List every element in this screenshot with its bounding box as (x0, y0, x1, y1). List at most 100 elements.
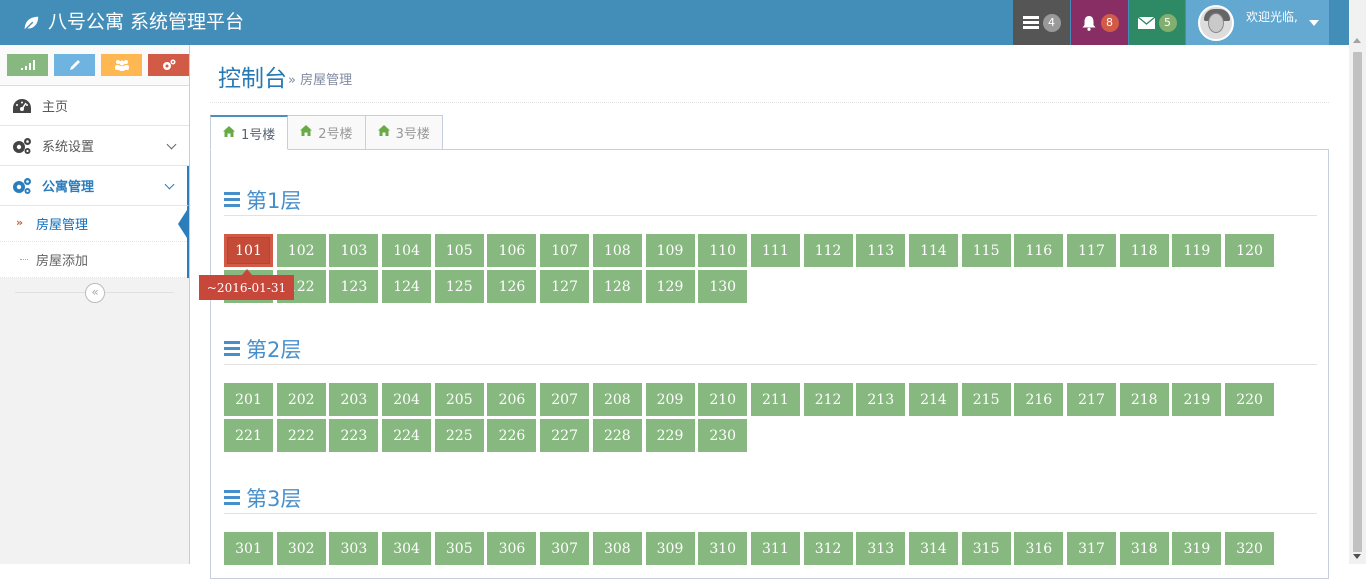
room-button[interactable]: 102 (276, 234, 326, 267)
room-button[interactable]: 207 (540, 383, 590, 416)
submenu-item-room-management[interactable]: » 房屋管理 (0, 206, 187, 242)
room-button[interactable]: 112 (803, 234, 853, 267)
room-button[interactable]: 217 (1067, 383, 1116, 416)
room-button[interactable]: 108 (592, 234, 642, 267)
tab-building-3[interactable]: 3号楼 (364, 115, 443, 150)
room-button[interactable]: 213 (856, 383, 906, 416)
room-button[interactable]: 314 (908, 532, 958, 565)
room-button[interactable]: 319 (1172, 532, 1222, 565)
room-button[interactable]: 228 (592, 419, 642, 452)
room-button[interactable]: 210 (698, 383, 748, 416)
room-button[interactable]: 306 (487, 532, 537, 565)
room-button[interactable]: 301 (224, 532, 273, 565)
room-button[interactable]: 302 (276, 532, 326, 565)
shortcut-edit-button[interactable] (54, 54, 95, 76)
room-button[interactable]: 204 (382, 383, 432, 416)
room-button[interactable]: 123 (329, 270, 379, 303)
room-button[interactable]: 226 (487, 419, 537, 452)
room-button[interactable]: 214 (908, 383, 958, 416)
scrollbar[interactable] (1349, 0, 1366, 564)
room-button[interactable]: 115 (961, 234, 1011, 267)
room-button[interactable]: 110 (698, 234, 748, 267)
room-button[interactable]: 220 (1225, 383, 1275, 416)
room-button[interactable]: 118 (1119, 234, 1169, 267)
room-button[interactable]: 209 (645, 383, 695, 416)
room-button[interactable]: 127 (540, 270, 590, 303)
sidebar-item-system-settings[interactable]: 系统设置 (0, 126, 189, 166)
room-button[interactable]: 208 (592, 383, 642, 416)
room-button[interactable]: 104 (382, 234, 432, 267)
room-button[interactable]: 222 (276, 419, 326, 452)
scroll-up-icon[interactable] (1353, 38, 1361, 43)
room-button[interactable]: 201 (224, 383, 273, 416)
tab-building-2[interactable]: 2号楼 (287, 115, 366, 150)
scrollbar-thumb[interactable] (1353, 52, 1362, 552)
submenu-item-room-add[interactable]: 房屋添加 (0, 242, 187, 278)
room-button[interactable]: 318 (1119, 532, 1169, 565)
notifications-button[interactable]: 8 (1071, 0, 1128, 45)
room-button[interactable]: 221 (224, 419, 273, 452)
room-button[interactable]: 107 (540, 234, 590, 267)
collapse-sidebar-button[interactable]: « (85, 283, 105, 303)
room-button[interactable]: 111 (750, 234, 800, 267)
room-button[interactable]: 124 (382, 270, 432, 303)
room-button[interactable]: 303 (329, 532, 379, 565)
room-button[interactable]: 216 (1014, 383, 1064, 416)
room-button[interactable]: 129 (645, 270, 695, 303)
room-button[interactable]: 206 (487, 383, 537, 416)
room-button[interactable]: 101 (224, 234, 273, 267)
room-button[interactable]: 120 (1225, 234, 1275, 267)
room-button[interactable]: 125 (434, 270, 484, 303)
tasks-button[interactable]: 4 (1013, 0, 1070, 45)
sidebar-item-home[interactable]: 主页 (0, 86, 189, 126)
room-button[interactable]: 202 (276, 383, 326, 416)
shortcut-stats-button[interactable] (7, 54, 48, 76)
room-button[interactable]: 211 (750, 383, 800, 416)
room-button[interactable]: 212 (803, 383, 853, 416)
room-button[interactable]: 317 (1067, 532, 1116, 565)
shortcut-users-button[interactable] (101, 54, 142, 76)
room-button[interactable]: 315 (961, 532, 1011, 565)
room-button[interactable]: 113 (856, 234, 906, 267)
brand[interactable]: 八号公寓 系统管理平台 (22, 0, 244, 45)
room-button[interactable]: 114 (908, 234, 958, 267)
user-menu[interactable]: 欢迎光临, (1186, 0, 1329, 45)
room-button[interactable]: 117 (1067, 234, 1116, 267)
room-button[interactable]: 223 (329, 419, 379, 452)
room-button[interactable]: 311 (750, 532, 800, 565)
tab-building-1[interactable]: 1号楼 (210, 115, 289, 150)
room-button[interactable]: 130 (698, 270, 748, 303)
room-button[interactable]: 224 (382, 419, 432, 452)
room-button[interactable]: 316 (1014, 532, 1064, 565)
room-button[interactable]: 205 (434, 383, 484, 416)
room-button[interactable]: 126 (487, 270, 537, 303)
room-button[interactable]: 109 (645, 234, 695, 267)
room-button[interactable]: 227 (540, 419, 590, 452)
room-button[interactable]: 313 (856, 532, 906, 565)
room-button[interactable]: 309 (645, 532, 695, 565)
room-button[interactable]: 219 (1172, 383, 1222, 416)
room-button[interactable]: 320 (1225, 532, 1275, 565)
room-button[interactable]: 203 (329, 383, 379, 416)
room-button[interactable]: 230 (698, 419, 748, 452)
room-button[interactable]: 305 (434, 532, 484, 565)
room-button[interactable]: 307 (540, 532, 590, 565)
sidebar-item-apartment-management[interactable]: 公寓管理 (0, 166, 189, 206)
room-button[interactable]: 310 (698, 532, 748, 565)
room-button[interactable]: 106 (487, 234, 537, 267)
messages-button[interactable]: 5 (1129, 0, 1185, 45)
scroll-down-icon[interactable] (1353, 554, 1361, 559)
room-button[interactable]: 116 (1014, 234, 1064, 267)
room-button[interactable]: 229 (645, 419, 695, 452)
room-button[interactable]: 312 (803, 532, 853, 565)
room-button[interactable]: 225 (434, 419, 484, 452)
room-button[interactable]: 105 (434, 234, 484, 267)
room-button[interactable]: 128 (592, 270, 642, 303)
room-button[interactable]: 119 (1172, 234, 1222, 267)
room-button[interactable]: 218 (1119, 383, 1169, 416)
room-button[interactable]: 215 (961, 383, 1011, 416)
room-button[interactable]: 308 (592, 532, 642, 565)
room-button[interactable]: 304 (382, 532, 432, 565)
shortcut-settings-button[interactable] (148, 54, 189, 76)
room-button[interactable]: 103 (329, 234, 379, 267)
